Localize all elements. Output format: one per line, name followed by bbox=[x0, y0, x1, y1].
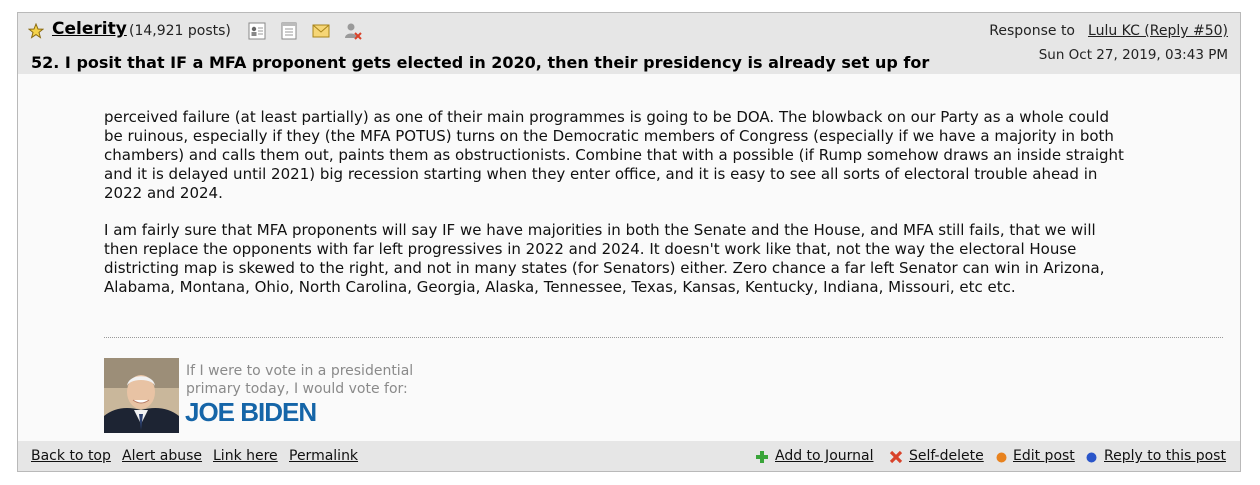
link-here-link[interactable]: Link here bbox=[213, 448, 278, 464]
post-title: 52. I posit that IF a MFA proponent gets… bbox=[31, 53, 930, 72]
email-icon[interactable] bbox=[311, 21, 331, 41]
signature-line: primary today, I would vote for: bbox=[186, 381, 408, 397]
journal-icon[interactable] bbox=[279, 21, 299, 41]
self-delete-link[interactable]: Self-delete bbox=[909, 448, 984, 464]
permalink-link[interactable]: Permalink bbox=[289, 448, 358, 464]
candidate-photo bbox=[104, 358, 179, 433]
post-count: (14,921 posts) bbox=[129, 23, 231, 39]
back-to-top-link[interactable]: Back to top bbox=[31, 448, 111, 464]
alert-abuse-link[interactable]: Alert abuse bbox=[122, 448, 202, 464]
signature-candidate: JOE BIDEN bbox=[185, 397, 317, 427]
post-date: Sun Oct 27, 2019, 03:43 PM bbox=[1038, 47, 1228, 63]
signature-line: If I were to vote in a presidential bbox=[186, 363, 414, 379]
post-paragraph: perceived failure (at least partially) a… bbox=[104, 108, 1124, 202]
edit-post-link[interactable]: Edit post bbox=[1013, 448, 1075, 464]
add-icon bbox=[756, 451, 768, 463]
response-to-label: Response to bbox=[989, 23, 1075, 39]
post-header: Celerity (14,921 posts) Response to Lulu… bbox=[18, 13, 1240, 74]
star-icon[interactable] bbox=[28, 23, 44, 39]
post-body: perceived failure (at least partially) a… bbox=[18, 74, 1240, 441]
delete-icon bbox=[889, 450, 903, 464]
add-to-journal-link[interactable]: Add to Journal bbox=[775, 448, 873, 464]
reply-to-post-link[interactable]: Reply to this post bbox=[1104, 448, 1226, 464]
edit-dot-icon bbox=[996, 452, 1007, 463]
ignore-user-icon[interactable] bbox=[343, 21, 363, 41]
reply-dot-icon bbox=[1086, 452, 1097, 463]
post-paragraph: I am fairly sure that MFA proponents wil… bbox=[104, 221, 1105, 296]
profile-icon[interactable] bbox=[247, 21, 267, 41]
author-link[interactable]: Celerity bbox=[52, 19, 127, 39]
signature-divider bbox=[104, 337, 1223, 338]
post-footer: Back to top Alert abuse Link here Permal… bbox=[18, 441, 1240, 471]
parent-reply-link[interactable]: Lulu KC (Reply #50) bbox=[1088, 23, 1228, 39]
forum-post: Celerity (14,921 posts) Response to Lulu… bbox=[17, 12, 1241, 472]
